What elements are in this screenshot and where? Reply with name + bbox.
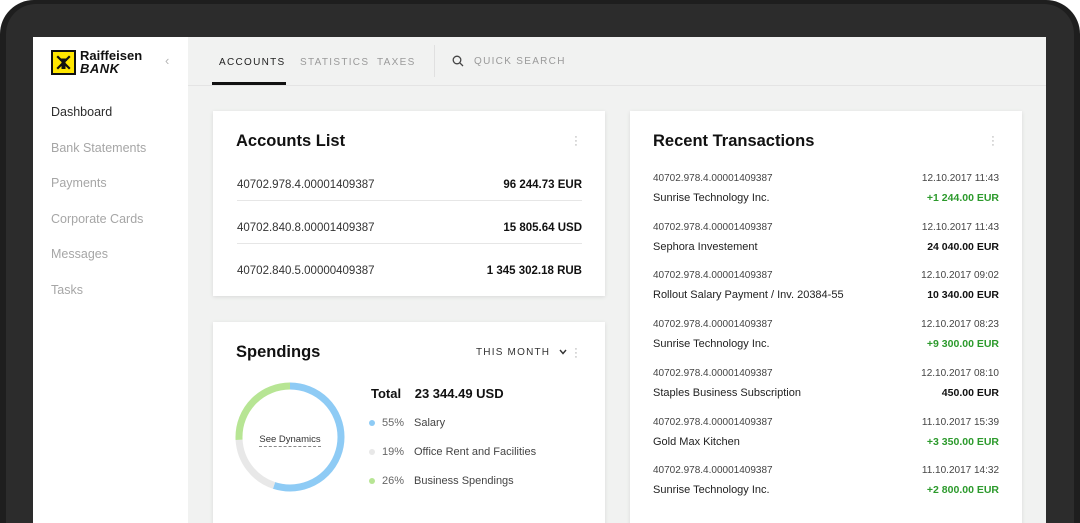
sidebar-item-dashboard[interactable]: Dashboard xyxy=(51,105,146,141)
total-value: 23 344.49 USD xyxy=(414,386,504,401)
sidebar-item-tasks[interactable]: Tasks xyxy=(51,283,146,319)
account-number: 40702.840.8.00001409387 xyxy=(237,222,375,234)
sidebar-item-payments[interactable]: Payments xyxy=(51,176,146,212)
sidebar-item-bank-statements[interactable]: Bank Statements xyxy=(51,141,146,177)
top-bar: ACCOUNTS STATISTICS TAXES xyxy=(188,37,1046,86)
transaction-account: 40702.978.4.00001409387 xyxy=(653,319,773,331)
legend-pct: 55% xyxy=(382,417,405,429)
search-icon[interactable] xyxy=(452,55,464,67)
quick-search-input[interactable] xyxy=(474,52,674,70)
transaction-account: 40702.978.4.00001409387 xyxy=(653,221,773,233)
see-dynamics-link[interactable]: See Dynamics xyxy=(234,429,346,447)
transaction-amount: +1 244.00 EUR xyxy=(926,192,999,204)
transaction-row[interactable]: 40702.978.4.00001409387 12.10.2017 11:43 S… xyxy=(653,222,999,271)
transaction-amount: +9 300.00 EUR xyxy=(926,338,999,351)
spendings-total: Total 23 344.49 USD xyxy=(371,386,504,401)
transaction-account: 40702.978.4.00001409387 xyxy=(653,465,773,477)
transaction-description: Staples Business Subscription xyxy=(653,386,801,399)
transaction-account: 40702.978.4.00001409387 xyxy=(653,367,773,379)
legend-item-salary: 55% Salary xyxy=(369,417,445,429)
recent-transactions-card: Recent Transactions · · · 40702.978.4.0000… xyxy=(630,111,1022,523)
transaction-description: Gold Max Kitchen xyxy=(653,435,740,448)
transaction-account: 40702.978.4.00001409387 xyxy=(653,270,773,282)
sidebar-nav: Dashboard Bank Statements Payments Corpo… xyxy=(51,105,146,318)
account-row[interactable]: 40702.978.4.00001409387 96 244.73 EUR xyxy=(237,166,582,209)
transaction-datetime: 12.10.2017 11:43 xyxy=(921,173,999,184)
logo-text: Raiffeisen BANK xyxy=(80,49,142,75)
legend-label: Business Spendings xyxy=(414,475,514,487)
transaction-description: Sunrise Technology Inc. xyxy=(653,484,770,497)
sidebar: Raiffeisen BANK ‹ Dashboard Bank Stateme… xyxy=(33,37,188,523)
legend-dot xyxy=(369,449,375,456)
raiffeisen-logo-icon xyxy=(51,49,76,75)
transaction-amount: 10 340.00 EUR xyxy=(927,289,999,302)
bank-logo[interactable]: Raiffeisen BANK xyxy=(51,49,142,75)
transaction-datetime: 12.10.2017 09:02 xyxy=(921,270,999,282)
transaction-description: Sephora Investement xyxy=(653,240,758,253)
account-number: 40702.978.4.00001409387 xyxy=(237,179,375,191)
account-number: 40702.840.5.00000409387 xyxy=(237,265,375,277)
account-balance: 15 805.64 USD xyxy=(503,222,582,234)
legend-pct: 26% xyxy=(382,475,405,487)
transaction-account: 40702.978.4.00001409387 xyxy=(653,173,773,184)
transaction-amount: +3 350.00 EUR xyxy=(926,435,999,448)
total-label: Total xyxy=(371,386,402,401)
transaction-description: Sunrise Technology Inc. xyxy=(653,338,770,351)
transaction-row[interactable]: 40702.978.4.00001409387 11.10.2017 15:39 G… xyxy=(653,417,999,466)
spendings-more-icon[interactable]: · · · xyxy=(573,344,579,363)
active-tab-indicator xyxy=(212,82,286,85)
accounts-list-card: Accounts List · · · 40702.978.4.0000140938… xyxy=(213,111,605,296)
see-dynamics-label: See Dynamics xyxy=(259,434,321,447)
legend-dot xyxy=(369,420,375,427)
app-window: Raiffeisen BANK ‹ Dashboard Bank Stateme… xyxy=(33,37,1046,523)
accounts-more-icon[interactable]: · · · xyxy=(573,132,579,151)
transaction-account: 40702.978.4.00001409387 xyxy=(653,416,773,428)
transaction-row[interactable]: 40702.978.4.00001409387 12.10.2017 11:43 S… xyxy=(653,173,999,222)
sidebar-item-corporate-cards[interactable]: Corporate Cards xyxy=(51,212,146,248)
transaction-description: Sunrise Technology Inc. xyxy=(653,192,770,204)
logo-line2: BANK xyxy=(80,61,120,76)
sidebar-item-messages[interactable]: Messages xyxy=(51,247,146,283)
row-divider xyxy=(237,200,582,201)
transaction-amount: 24 040.00 EUR xyxy=(927,240,999,253)
transaction-description: Rollout Salary Payment / Inv. 20384-55 xyxy=(653,289,844,302)
transaction-row[interactable]: 40702.978.4.00001409387 12.10.2017 08:23 S… xyxy=(653,319,999,368)
transaction-amount: +2 800.00 EUR xyxy=(926,484,999,497)
spendings-card: Spendings THIS MONTH · · · See Dynamics To… xyxy=(213,322,605,523)
recent-transactions-title: Recent Transactions xyxy=(653,132,815,150)
tab-statistics[interactable]: STATISTICS xyxy=(300,57,369,68)
legend-dot xyxy=(369,478,375,485)
legend-item-business-spendings: 26% Business Spendings xyxy=(369,475,514,487)
legend-label: Office Rent and Facilities xyxy=(414,446,537,458)
tab-taxes[interactable]: TAXES xyxy=(377,57,416,68)
topbar-divider xyxy=(434,45,435,77)
chevron-down-icon xyxy=(559,349,567,355)
spendings-title: Spendings xyxy=(236,343,321,361)
transaction-datetime: 11.10.2017 14:32 xyxy=(921,465,999,477)
account-row[interactable]: 40702.840.8.00001409387 15 805.64 USD xyxy=(237,209,582,252)
period-dropdown[interactable]: THIS MONTH xyxy=(476,347,567,358)
legend-item-office-rent: 19% Office Rent and Facilities xyxy=(369,446,536,458)
legend-label: Salary xyxy=(414,417,446,429)
account-balance: 1 345 302.18 RUB xyxy=(486,265,582,277)
transaction-datetime: 12.10.2017 11:43 xyxy=(921,221,999,233)
transaction-datetime: 12.10.2017 08:23 xyxy=(921,319,999,331)
transaction-row[interactable]: 40702.978.4.00001409387 12.10.2017 08:10 S… xyxy=(653,368,999,417)
transaction-row[interactable]: 40702.978.4.00001409387 11.10.2017 14:32 S… xyxy=(653,465,999,514)
legend-pct: 19% xyxy=(382,446,405,458)
transactions-more-icon[interactable]: · · · xyxy=(990,132,996,151)
account-row[interactable]: 40702.840.5.00000409387 1 345 302.18 RUB xyxy=(237,252,582,295)
transaction-amount: 450.00 EUR xyxy=(941,386,999,399)
account-balance: 96 244.73 EUR xyxy=(503,179,582,191)
collapse-sidebar-icon[interactable]: ‹ xyxy=(165,53,169,68)
transaction-row[interactable]: 40702.978.4.00001409387 12.10.2017 09:02 R… xyxy=(653,270,999,319)
transaction-datetime: 12.10.2017 08:10 xyxy=(921,367,999,379)
transaction-datetime: 11.10.2017 15:39 xyxy=(921,416,999,428)
period-label: THIS MONTH xyxy=(476,347,551,358)
accounts-list-title: Accounts List xyxy=(236,132,346,150)
tab-accounts[interactable]: ACCOUNTS xyxy=(219,57,286,68)
row-divider xyxy=(237,243,582,244)
